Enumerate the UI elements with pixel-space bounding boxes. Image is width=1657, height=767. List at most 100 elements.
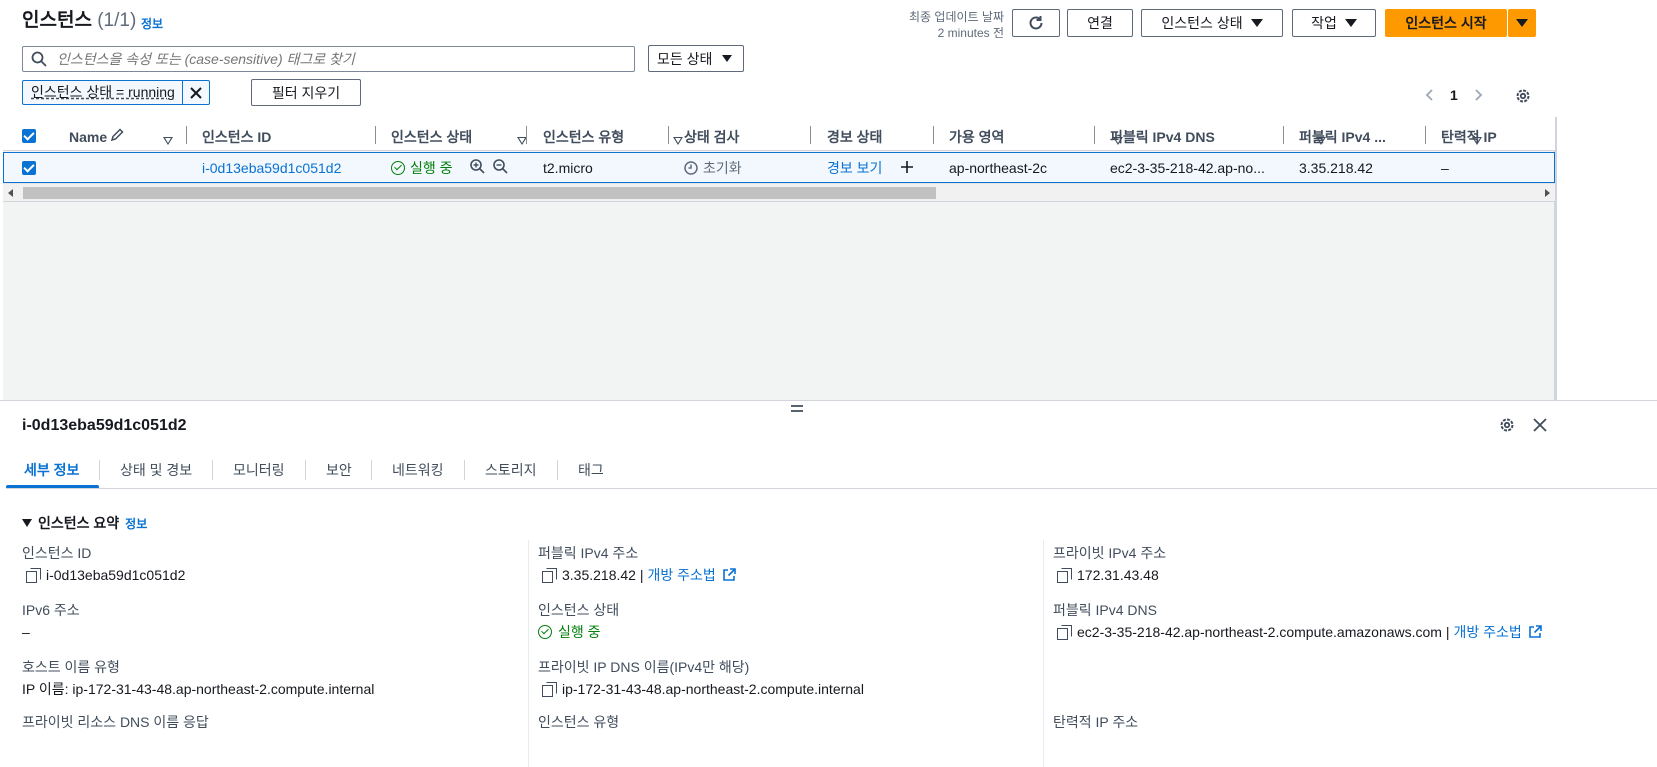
search-icon: [31, 51, 47, 67]
panel-settings-icon[interactable]: [1498, 416, 1516, 434]
status-positive-icon: [538, 625, 552, 639]
column-header-elastic-ip[interactable]: 탄력적 IP: [1441, 127, 1497, 147]
elastic-ip-cell: –: [1441, 160, 1449, 176]
instance-type-label: 인스턴스 유형: [538, 714, 620, 730]
instance-id-link[interactable]: i-0d13eba59d1c051d2: [202, 158, 341, 178]
external-link-icon[interactable]: [1528, 625, 1542, 639]
edit-icon: [110, 128, 124, 142]
tab-details[interactable]: 세부 정보: [24, 461, 79, 479]
column-header-instance-id[interactable]: 인스턴스 ID: [202, 127, 271, 147]
sort-icon[interactable]: [672, 137, 683, 145]
column-header-status-check[interactable]: 상태 검사: [684, 127, 739, 147]
chevron-left-icon[interactable]: [1424, 88, 1436, 102]
add-alarm-icon[interactable]: [900, 160, 914, 174]
search-input[interactable]: [57, 51, 617, 67]
copy-icon[interactable]: [26, 568, 41, 583]
row-checkbox[interactable]: [22, 161, 36, 175]
open-address-link[interactable]: 개방 주소법: [647, 566, 715, 584]
section-info-link[interactable]: 정보: [125, 515, 147, 532]
column-header-name[interactable]: Name: [69, 127, 107, 147]
public-dns-value: ec2-3-35-218-42.ap-northeast-2.compute.a…: [1057, 623, 1542, 641]
last-updated: 최종 업데이트 날짜 2 minutes 전: [909, 10, 1004, 40]
copy-icon[interactable]: [542, 682, 557, 697]
public-dns-cell: ec2-3-35-218-42.ap-no...: [1110, 160, 1265, 176]
tabs-divider: [6, 488, 1657, 489]
zoom-in-icon[interactable]: [470, 159, 485, 174]
copy-icon[interactable]: [1057, 625, 1072, 640]
private-resource-dns-label: 프라이빗 리소스 DNS 이름 응답: [22, 714, 209, 730]
hostname-type-value: IP 이름: ip-172-31-43-48.ap-northeast-2.co…: [22, 681, 375, 697]
resize-handle-icon[interactable]: [790, 404, 804, 413]
close-icon[interactable]: [1533, 418, 1547, 432]
scroll-left-icon[interactable]: [8, 189, 14, 197]
tab-tags[interactable]: 태그: [578, 461, 604, 479]
view-alarms-link[interactable]: 경보 보기: [827, 158, 882, 178]
clear-filters-button[interactable]: 필터 지우기: [251, 79, 361, 106]
scroll-right-icon[interactable]: [1544, 189, 1550, 197]
hostname-type-label: 호스트 이름 유형: [22, 659, 120, 675]
select-all-checkbox[interactable]: [22, 129, 36, 143]
column-divider: [528, 540, 529, 767]
scrollbar-thumb[interactable]: [23, 187, 936, 199]
caret-down-icon: [1250, 19, 1263, 27]
table-settings-icon[interactable]: [1514, 87, 1532, 105]
public-ipv4-label: 퍼블릭 IPv4 주소: [538, 545, 639, 561]
filter-token: 인스턴스 상태 = running: [22, 80, 210, 105]
column-header-instance-state[interactable]: 인스턴스 상태: [391, 127, 472, 147]
tab-status-alarms[interactable]: 상태 및 경보: [120, 461, 192, 479]
instance-state-button[interactable]: 인스턴스 상태: [1141, 9, 1283, 37]
instance-state-cell: 실행 중: [391, 158, 453, 178]
launch-instance-button[interactable]: 인스턴스 시작: [1385, 9, 1507, 37]
connect-button[interactable]: 연결: [1067, 9, 1133, 37]
instance-count: (1/1): [97, 10, 137, 31]
caret-down-icon: [22, 519, 32, 527]
column-header-public-ipv4[interactable]: 퍼블릭 IPv4 ...: [1299, 127, 1386, 147]
tab-monitoring[interactable]: 모니터링: [233, 461, 285, 479]
instance-id-label: 인스턴스 ID: [22, 545, 92, 561]
private-dns-label: 프라이빗 IP DNS 이름(IPv4만 해당): [538, 659, 750, 675]
section-header[interactable]: 인스턴스 요약 정보: [22, 513, 147, 533]
launch-dropdown-button[interactable]: [1508, 9, 1536, 37]
column-header-public-dns[interactable]: 퍼블릭 IPv4 DNS: [1110, 127, 1215, 147]
column-header-instance-type[interactable]: 인스턴스 유형: [543, 127, 624, 147]
info-link[interactable]: 정보: [141, 15, 163, 32]
clock-icon: [684, 161, 698, 175]
refresh-icon: [1029, 16, 1043, 30]
instance-type-cell: t2.micro: [543, 160, 593, 176]
status-positive-icon: [391, 161, 405, 175]
external-link-icon[interactable]: [722, 568, 736, 582]
refresh-button[interactable]: [1012, 9, 1060, 37]
chevron-right-icon[interactable]: [1472, 88, 1484, 102]
column-header-availability-zone[interactable]: 가용 영역: [949, 127, 1004, 147]
remove-token-button[interactable]: [182, 81, 209, 104]
zoom-out-icon[interactable]: [493, 159, 508, 174]
column-header-alarm-status[interactable]: 경보 상태: [827, 127, 882, 147]
state-filter-select[interactable]: 모든 상태: [648, 45, 744, 72]
copy-icon[interactable]: [1057, 568, 1072, 583]
search-box[interactable]: [22, 46, 635, 72]
ipv6-value: –: [22, 624, 30, 640]
private-ipv4-label: 프라이빗 IPv4 주소: [1053, 545, 1167, 561]
copy-icon[interactable]: [542, 568, 557, 583]
page-number[interactable]: 1: [1450, 87, 1458, 103]
tab-networking[interactable]: 네트워킹: [392, 461, 444, 479]
sort-icon[interactable]: [163, 137, 173, 145]
split-panel-title: i-0d13eba59d1c051d2: [22, 417, 187, 434]
tab-security[interactable]: 보안: [326, 461, 352, 479]
public-ipv4-value: 3.35.218.42 | 개방 주소법: [542, 566, 736, 584]
page-title: 인스턴스 (1/1): [22, 10, 137, 31]
instance-state-value: 실행 중: [538, 623, 601, 641]
public-dns-label: 퍼블릭 IPv4 DNS: [1053, 602, 1157, 618]
tab-storage[interactable]: 스토리지: [485, 461, 537, 479]
private-ipv4-value: 172.31.43.48: [1057, 566, 1159, 584]
caret-down-icon: [1516, 19, 1528, 27]
public-ipv4-cell: 3.35.218.42: [1299, 160, 1373, 176]
open-address-link[interactable]: 개방 주소법: [1454, 623, 1522, 641]
page-scrollbar[interactable]: [1555, 117, 1557, 400]
horizontal-scrollbar[interactable]: [3, 183, 1555, 202]
filter-token-label: 인스턴스 상태 = running: [31, 84, 175, 100]
elastic-ip-label: 탄력적 IP 주소: [1053, 714, 1139, 730]
actions-button[interactable]: 작업: [1292, 9, 1376, 37]
caret-down-icon: [722, 55, 733, 62]
close-icon: [190, 87, 202, 99]
